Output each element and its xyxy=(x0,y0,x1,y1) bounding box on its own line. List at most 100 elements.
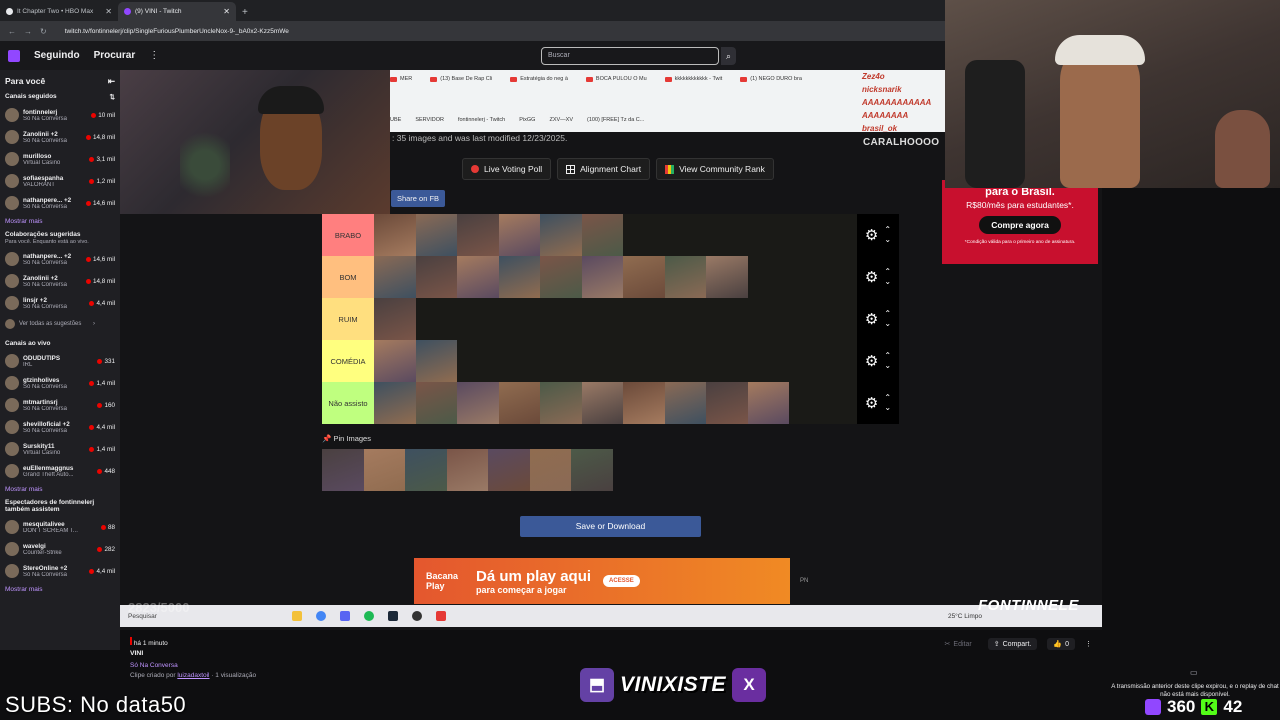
sidebar-channel[interactable]: linsjr +2 Só Na Conversa 4,4 mil xyxy=(5,292,115,314)
sidebar-channel[interactable]: mesquitalivee DON'T SCREAM T... 88 xyxy=(5,516,115,538)
chevron-up-icon[interactable]: ⌃ xyxy=(884,351,891,361)
spotify-icon[interactable] xyxy=(364,611,374,621)
share-fb-button[interactable]: Share on FB xyxy=(391,190,445,207)
tier-label[interactable]: COMÉDIA xyxy=(322,340,374,382)
show-more-link[interactable]: Mostrar mais xyxy=(5,486,115,493)
url-field[interactable]: twitch.tv/fontinnelerj/clip/SingleFuriou… xyxy=(65,28,289,35)
tier-thumbnail[interactable] xyxy=(540,256,582,298)
chevron-up-icon[interactable]: ⌃ xyxy=(884,267,891,277)
chevron-down-icon[interactable]: ⌄ xyxy=(884,235,891,245)
gear-icon[interactable]: ⚙ xyxy=(865,268,878,286)
pin-thumbnail[interactable] xyxy=(363,449,405,491)
weather-widget[interactable]: 25°C Limpo xyxy=(948,613,982,620)
tier-thumbnail[interactable] xyxy=(415,340,457,382)
tier-thumbnail[interactable] xyxy=(623,382,665,424)
chrome-icon[interactable] xyxy=(316,611,326,621)
sidebar-channel[interactable]: fontinnelerj Só Na Conversa 10 mil xyxy=(5,104,115,126)
tier-thumbnail[interactable] xyxy=(747,382,789,424)
app-icon[interactable] xyxy=(436,611,446,621)
forward-icon[interactable]: → xyxy=(24,27,32,36)
sidebar-channel[interactable]: Zanolinii +2 Só Na Conversa 14,8 mil xyxy=(5,270,115,292)
steam-icon[interactable] xyxy=(388,611,398,621)
chevron-down-icon[interactable]: ⌄ xyxy=(884,277,891,287)
tier-thumbnail[interactable] xyxy=(374,298,416,340)
tier-thumbnail[interactable] xyxy=(374,340,416,382)
like-button[interactable]: 👍 0 xyxy=(1047,638,1075,650)
tier-thumbnail[interactable] xyxy=(581,214,623,256)
pin-thumbnail[interactable] xyxy=(405,449,447,491)
obs-icon[interactable] xyxy=(412,611,422,621)
sidebar-channel[interactable]: shevilloficial +2 Só Na Conversa 4,4 mil xyxy=(5,416,115,438)
tier-thumbnail[interactable] xyxy=(540,214,582,256)
tier-thumbnail[interactable] xyxy=(498,256,540,298)
show-more-link[interactable]: Mostrar mais xyxy=(5,586,115,593)
tier-thumbnail[interactable] xyxy=(706,382,748,424)
gear-icon[interactable]: ⚙ xyxy=(865,352,878,370)
tier-thumbnail[interactable] xyxy=(374,256,416,298)
tier-thumbnail[interactable] xyxy=(664,256,706,298)
chevron-up-icon[interactable]: ⌃ xyxy=(884,393,891,403)
more-icon[interactable]: ⋮ xyxy=(1085,640,1092,648)
pin-thumbnail[interactable] xyxy=(322,449,364,491)
tier-label[interactable]: Não assisto xyxy=(322,382,374,424)
tier-thumbnail[interactable] xyxy=(706,256,748,298)
chevron-up-icon[interactable]: ⌃ xyxy=(884,309,891,319)
tier-label[interactable]: BOM xyxy=(322,256,374,298)
sidebar-channel[interactable]: ODUDUTIPS IRL 331 xyxy=(5,350,115,372)
sidebar-channel[interactable]: nathanpere... +2 Só Na Conversa 14,6 mil xyxy=(5,192,115,214)
tier-label[interactable]: BRABO xyxy=(322,214,374,256)
more-icon[interactable]: ⋮ xyxy=(149,50,159,61)
search-input[interactable]: Buscar xyxy=(541,47,719,65)
tier-thumbnail[interactable] xyxy=(457,382,499,424)
search-icon[interactable]: ⌕ xyxy=(721,47,736,65)
chevron-down-icon[interactable]: ⌄ xyxy=(884,403,891,413)
folder-icon[interactable] xyxy=(292,611,302,621)
tier-thumbnail[interactable] xyxy=(664,382,706,424)
sidebar-channel[interactable]: murilloso Virtual Casino 3,1 mil xyxy=(5,148,115,170)
gear-icon[interactable]: ⚙ xyxy=(865,226,878,244)
browser-tab-active[interactable]: (9) VINI - Twitch ✕ xyxy=(118,2,236,21)
community-rank-button[interactable]: View Community Rank xyxy=(656,158,774,180)
tier-thumbnail[interactable] xyxy=(374,382,416,424)
sidebar-channel[interactable]: euEllenmaggnus Grand Theft Auto... 448 xyxy=(5,460,115,482)
sidebar-channel[interactable]: Zanolinii +2 Só Na Conversa 14,8 mil xyxy=(5,126,115,148)
chevron-up-icon[interactable]: ⌃ xyxy=(884,225,891,235)
pin-thumbnail[interactable] xyxy=(446,449,488,491)
tier-thumbnail[interactable] xyxy=(415,214,457,256)
show-more-link[interactable]: Mostrar mais xyxy=(5,218,115,225)
sidebar-channel[interactable]: StereOnline +2 Só Na Conversa 4,4 mil xyxy=(5,560,115,582)
chevron-down-icon[interactable]: ⌄ xyxy=(884,361,891,371)
clip-title[interactable]: VINI xyxy=(130,650,143,657)
live-voting-button[interactable]: Live Voting Poll xyxy=(462,158,552,180)
creator-link[interactable]: luizadaxtoil xyxy=(177,672,209,679)
tier-thumbnail[interactable] xyxy=(498,214,540,256)
tier-thumbnail[interactable] xyxy=(581,382,623,424)
close-icon[interactable]: ✕ xyxy=(105,7,112,16)
sort-icon[interactable]: ⇅ xyxy=(110,93,115,101)
gear-icon[interactable]: ⚙ xyxy=(865,394,878,412)
see-all-suggestions[interactable]: Ver todas as sugestões › xyxy=(5,314,115,334)
tier-thumbnail[interactable] xyxy=(457,256,499,298)
tier-thumbnail[interactable] xyxy=(415,256,457,298)
back-icon[interactable]: ← xyxy=(8,27,16,36)
tier-thumbnail[interactable] xyxy=(498,382,540,424)
pin-thumbnail[interactable] xyxy=(571,449,613,491)
tier-thumbnail[interactable] xyxy=(457,214,499,256)
nav-following[interactable]: Seguindo xyxy=(34,50,80,61)
pin-thumbnail[interactable] xyxy=(529,449,571,491)
edit-button[interactable]: ✂ Editar xyxy=(939,638,978,650)
sidebar-channel[interactable]: gtzinholives Só Na Conversa 1,4 mil xyxy=(5,372,115,394)
twitch-logo-icon[interactable] xyxy=(8,49,20,62)
bacana-play-ad[interactable]: Bacana Play Dá um play aqui para começar… xyxy=(414,558,790,604)
right-ad[interactable]: para o Brasil. R$80/mês para estudantes*… xyxy=(942,180,1098,264)
tier-thumbnail[interactable] xyxy=(623,256,665,298)
close-icon[interactable]: ✕ xyxy=(223,7,230,16)
gear-icon[interactable]: ⚙ xyxy=(865,310,878,328)
pin-thumbnail[interactable] xyxy=(488,449,530,491)
ad-cta-button[interactable]: ACESSE xyxy=(603,575,640,587)
sidebar-channel[interactable]: wavelgi Counter-Strike 282 xyxy=(5,538,115,560)
collapse-icon[interactable]: ⇤ xyxy=(108,76,115,87)
browser-tab[interactable]: It Chapter Two • HBO Max ✕ xyxy=(0,2,118,21)
tier-thumbnail[interactable] xyxy=(374,214,416,256)
discord-icon[interactable] xyxy=(340,611,350,621)
